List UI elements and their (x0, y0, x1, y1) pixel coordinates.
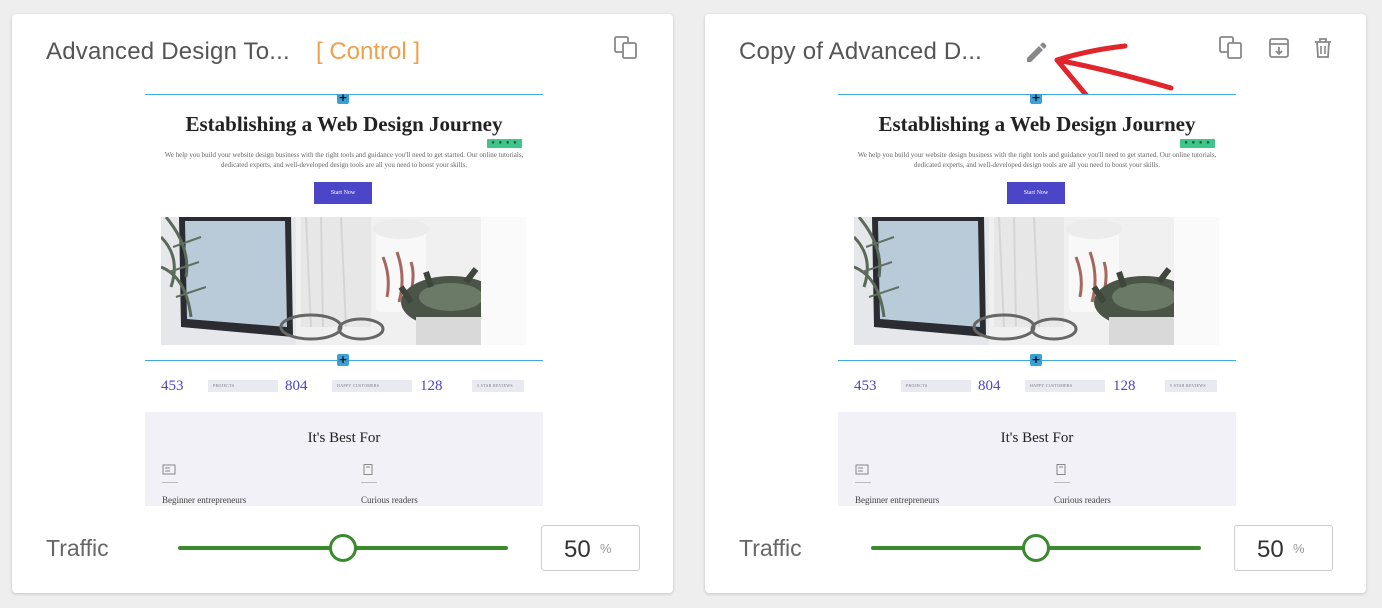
stat-number: 804 (978, 378, 1001, 394)
best-for-item: Curious readers (361, 495, 418, 505)
traffic-slider[interactable] (178, 534, 508, 562)
divider (855, 482, 871, 483)
slider-thumb[interactable] (1022, 534, 1050, 562)
stat-number: 453 (854, 378, 877, 394)
duplicate-icon[interactable] (612, 34, 640, 62)
stat-label: 5 STAR REVIEWS (1165, 380, 1217, 392)
element-toolbar: ● ● ● ● (487, 139, 522, 148)
id-card-icon (855, 464, 869, 475)
traffic-percent-input[interactable]: 50 % (1234, 525, 1333, 571)
preview-heading: Establishing a Web Design Journey (185, 112, 503, 136)
variant-title[interactable]: Advanced Design To... (46, 38, 290, 66)
divider (1054, 482, 1070, 483)
page-preview[interactable]: + Establishing a Web Design Journey ● ● … (145, 94, 543, 506)
control-badge: [ Control ] (316, 38, 421, 65)
element-toolbar: ● ● ● ● (1180, 139, 1215, 148)
traffic-label: Traffic (739, 535, 802, 561)
trash-icon[interactable] (1309, 34, 1337, 62)
stat-label: PROJECTS (208, 380, 278, 392)
best-for-item: Beginner entrepreneurs (162, 495, 247, 505)
best-for-item: Beginner entrepreneurs (855, 495, 940, 505)
stats-row: 453 PROJECTS 804 HAPPY CUSTOMERS 128 5 S… (161, 378, 531, 398)
variant-card-control: Advanced Design To... [ Control ] + Esta… (12, 14, 673, 593)
add-section-icon[interactable]: + (337, 354, 349, 366)
percent-unit: % (600, 541, 612, 556)
traffic-percent-value: 50 (1257, 536, 1284, 563)
stat-number: 453 (161, 378, 184, 394)
stats-row: 453 PROJECTS 804 HAPPY CUSTOMERS 128 5 S… (854, 378, 1224, 398)
best-for-section: It's Best For Beginner entrepreneurs Cur… (838, 412, 1236, 506)
stat-number: 128 (1113, 378, 1136, 394)
edit-pencil-icon[interactable] (1023, 38, 1049, 64)
best-for-title: It's Best For (1000, 430, 1074, 446)
book-icon (1056, 464, 1066, 475)
preview-cta-button: Start Now (314, 182, 372, 204)
preview-hero-image (854, 217, 1219, 345)
book-icon (363, 464, 373, 475)
add-section-icon[interactable]: + (337, 94, 349, 104)
slider-thumb[interactable] (329, 534, 357, 562)
traffic-percent-value: 50 (564, 536, 591, 563)
preview-heading: Establishing a Web Design Journey (878, 112, 1196, 136)
preview-subtext: We help you build your website design bu… (857, 151, 1217, 169)
traffic-slider[interactable] (871, 534, 1201, 562)
divider (361, 482, 377, 483)
best-for-title: It's Best For (307, 430, 381, 446)
best-for-section: It's Best For Beginner entrepreneurs Cur… (145, 412, 543, 506)
variant-title[interactable]: Copy of Advanced D... (739, 38, 982, 66)
duplicate-icon[interactable] (1217, 34, 1245, 62)
stat-label: PROJECTS (901, 380, 971, 392)
add-section-icon[interactable]: + (1030, 94, 1042, 104)
stat-number: 128 (420, 378, 443, 394)
divider (162, 482, 178, 483)
traffic-label: Traffic (46, 535, 109, 561)
variant-card-copy: Copy of Advanced D... + Establishing a W… (705, 14, 1366, 593)
archive-icon[interactable] (1265, 34, 1293, 62)
stat-label: HAPPY CUSTOMERS (1025, 380, 1105, 392)
add-section-icon[interactable]: + (1030, 354, 1042, 366)
stat-number: 804 (285, 378, 308, 394)
page-preview[interactable]: + Establishing a Web Design Journey ● ● … (838, 94, 1236, 506)
stat-label: 5 STAR REVIEWS (472, 380, 524, 392)
preview-subtext: We help you build your website design bu… (164, 151, 524, 169)
id-card-icon (162, 464, 176, 475)
percent-unit: % (1293, 541, 1305, 556)
best-for-item: Curious readers (1054, 495, 1111, 505)
traffic-percent-input[interactable]: 50 % (541, 525, 640, 571)
preview-cta-button: Start Now (1007, 182, 1065, 204)
stat-label: HAPPY CUSTOMERS (332, 380, 412, 392)
preview-hero-image (161, 217, 526, 345)
